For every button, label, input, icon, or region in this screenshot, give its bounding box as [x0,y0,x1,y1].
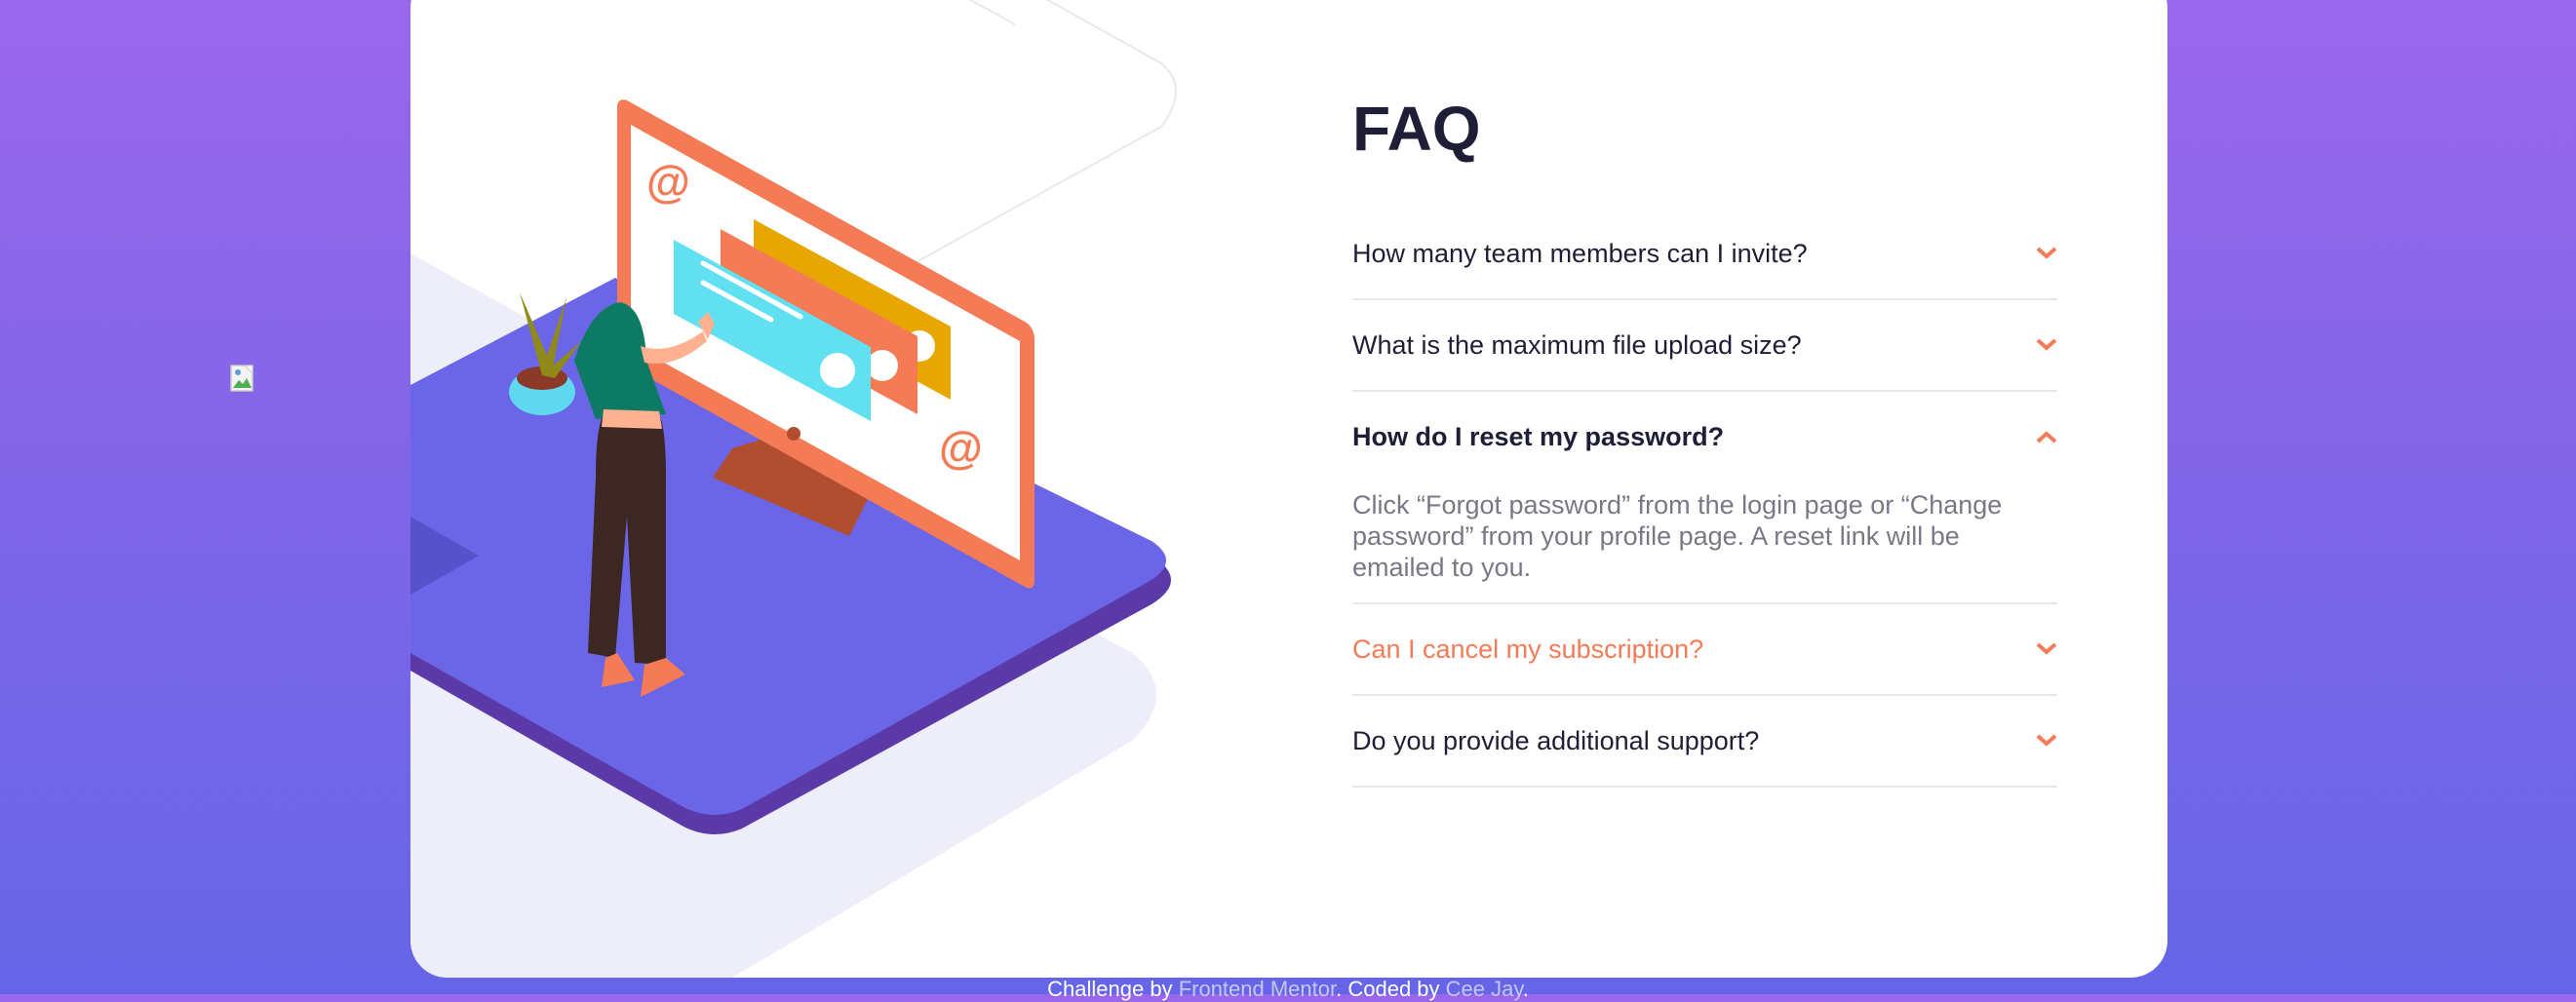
faq-item-reset-password: How do I reset my password? Click “Forgo… [1352,392,2057,604]
faq-question-text: Do you provide additional support? [1352,725,1760,755]
faq-question-button[interactable]: How many team members can I invite? [1352,209,2057,298]
faq-item-additional-support: Do you provide additional support? [1352,696,2057,788]
author-link[interactable]: Cee Jay [1446,977,1523,1001]
faq-question-text: How many team members can I invite? [1352,238,1808,268]
chevron-down-icon [2036,642,2057,655]
attribution-coded-prefix: Coded by [1347,977,1440,1001]
attribution-challenge-prefix: Challenge by [1047,977,1173,1001]
faq-title: FAQ [1352,94,1481,164]
faq-question-text: Can I cancel my subscription? [1352,634,1704,664]
faq-question-button[interactable]: How do I reset my password? [1352,392,2057,482]
faq-question-button[interactable]: Do you provide additional support? [1352,696,2057,786]
faq-answer: Click “Forgot password” from the login p… [1352,490,2003,582]
chevron-down-icon [2036,247,2057,259]
faq-item-team-members: How many team members can I invite? [1352,209,2057,300]
frontend-mentor-link[interactable]: Frontend Mentor [1179,977,1336,1001]
svg-text:@: @ [646,156,690,207]
faq-item-cancel-subscription: Can I cancel my subscription? [1352,604,2057,696]
svg-text:@: @ [939,422,983,473]
faq-card: @ @ FAQ How many team members can I invi… [410,0,2167,978]
attribution: Challenge by Frontend Mentor. Coded by C… [1047,977,1529,1001]
woman-at-monitor-illustration: @ @ [410,0,1177,978]
faq-question-text: How do I reset my password? [1352,421,1725,451]
broken-image-icon [230,365,254,392]
faq-list: How many team members can I invite? What… [1352,209,2057,788]
faq-question-button[interactable]: Can I cancel my subscription? [1352,604,2057,694]
faq-question-button[interactable]: What is the maximum file upload size? [1352,300,2057,390]
chevron-up-icon [2036,431,2057,443]
chevron-down-icon [2036,338,2057,351]
faq-question-text: What is the maximum file upload size? [1352,329,1802,360]
faq-section: FAQ How many team members can I invite? … [1352,97,2057,788]
faq-item-file-upload: What is the maximum file upload size? [1352,300,2057,392]
chevron-down-icon [2036,734,2057,747]
